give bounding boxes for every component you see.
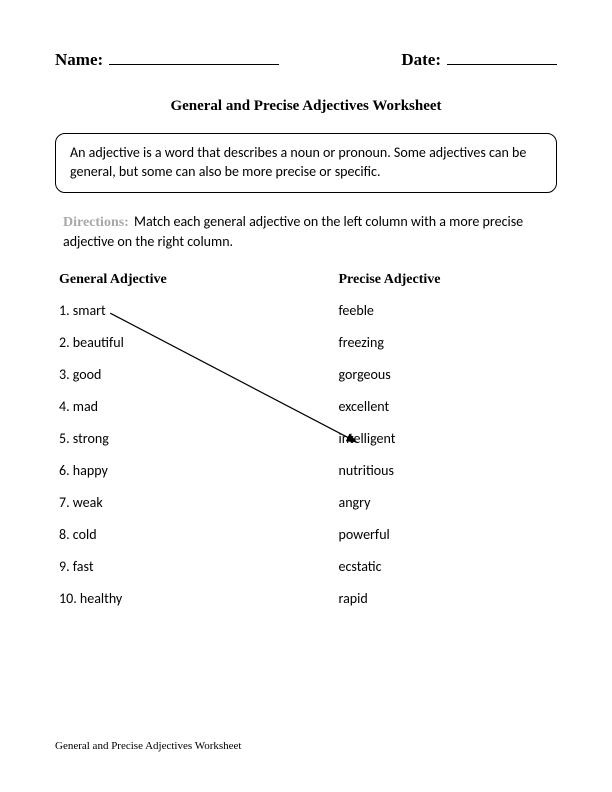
directions-text: Match each general adjective on the left… [63, 213, 523, 250]
directions-block: Directions: Match each general adjective… [55, 213, 557, 252]
list-item: 7. weak [59, 494, 274, 511]
list-item: gorgeous [339, 366, 554, 383]
list-item: 10. healthy [59, 590, 274, 607]
general-column: General Adjective 1. smart 2. beautiful … [59, 272, 274, 622]
header-row: Name: Date: [55, 50, 557, 70]
list-item: nutritious [339, 462, 554, 479]
list-item: 5. strong [59, 430, 274, 447]
worksheet-title: General and Precise Adjectives Worksheet [55, 98, 557, 115]
list-item: rapid [339, 590, 554, 607]
definition-box: An adjective is a word that describes a … [55, 133, 557, 193]
date-field: Date: [401, 50, 557, 70]
date-input-line[interactable] [447, 51, 557, 65]
list-item: feeble [339, 302, 554, 319]
footer-text: General and Precise Adjectives Worksheet [55, 740, 241, 752]
list-item: 9. fast [59, 558, 274, 575]
list-item: ecstatic [339, 558, 554, 575]
name-field: Name: [55, 50, 279, 70]
list-item: freezing [339, 334, 554, 351]
list-item: angry [339, 494, 554, 511]
list-item: excellent [339, 398, 554, 415]
definition-text: An adjective is a word that describes a … [70, 144, 526, 180]
list-item: 6. happy [59, 462, 274, 479]
general-column-header: General Adjective [59, 272, 274, 288]
list-item: powerful [339, 526, 554, 543]
list-item: 1. smart [59, 302, 274, 319]
date-label: Date: [401, 50, 441, 70]
directions-label: Directions: [63, 215, 129, 230]
list-item: 8. cold [59, 526, 274, 543]
name-input-line[interactable] [109, 51, 279, 65]
matching-columns: General Adjective 1. smart 2. beautiful … [55, 272, 557, 622]
list-item: 4. mad [59, 398, 274, 415]
precise-column: Precise Adjective feeble freezing gorgeo… [284, 272, 554, 622]
precise-column-header: Precise Adjective [339, 272, 554, 288]
list-item: intelligent [339, 430, 554, 447]
list-item: 3. good [59, 366, 274, 383]
list-item: 2. beautiful [59, 334, 274, 351]
name-label: Name: [55, 50, 103, 70]
